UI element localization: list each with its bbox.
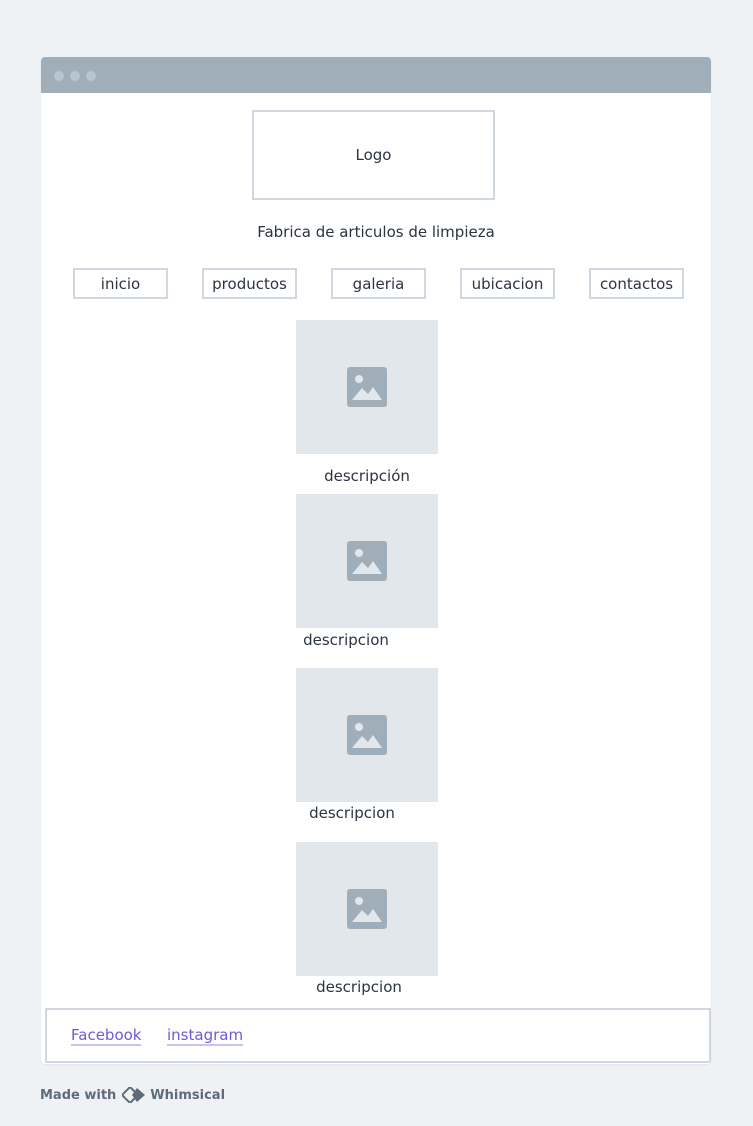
image-icon bbox=[347, 889, 387, 929]
image-placeholder bbox=[296, 842, 438, 976]
page-subtitle: Fabrica de articulos de limpieza bbox=[257, 223, 495, 241]
window-dot bbox=[70, 71, 80, 81]
image-description: descripcion bbox=[309, 804, 395, 822]
image-description: descripcion bbox=[303, 631, 389, 649]
image-placeholder bbox=[296, 494, 438, 628]
window-dot bbox=[86, 71, 96, 81]
browser-window: Logo Fabrica de articulos de limpieza in… bbox=[41, 57, 711, 1064]
window-titlebar bbox=[41, 57, 711, 93]
made-with-text: Made with bbox=[40, 1087, 117, 1103]
image-description: descripción bbox=[324, 467, 410, 485]
nav-button-productos[interactable]: productos bbox=[202, 268, 297, 299]
image-icon bbox=[347, 367, 387, 407]
logo-text: Logo bbox=[355, 146, 392, 164]
made-with-whimsical[interactable]: Made with Whimsical bbox=[40, 1087, 225, 1103]
nav-button-ubicacion[interactable]: ubicacion bbox=[460, 268, 555, 299]
image-description: descripcion bbox=[316, 978, 402, 996]
nav-button-inicio[interactable]: inicio bbox=[73, 268, 168, 299]
window-dot bbox=[54, 71, 64, 81]
instagram-link[interactable]: instagram bbox=[167, 1026, 244, 1046]
whimsical-name: Whimsical bbox=[150, 1087, 226, 1103]
image-icon bbox=[347, 715, 387, 755]
nav-button-contactos[interactable]: contactos bbox=[589, 268, 684, 299]
facebook-link[interactable]: Facebook bbox=[71, 1026, 142, 1046]
image-placeholder bbox=[296, 320, 438, 454]
image-icon bbox=[347, 541, 387, 581]
image-placeholder bbox=[296, 668, 438, 802]
nav-button-galeria[interactable]: galeria bbox=[331, 268, 426, 299]
whimsical-logo-icon bbox=[122, 1087, 146, 1103]
footer: Facebook instagram bbox=[45, 1008, 711, 1063]
logo-placeholder: Logo bbox=[252, 110, 495, 200]
